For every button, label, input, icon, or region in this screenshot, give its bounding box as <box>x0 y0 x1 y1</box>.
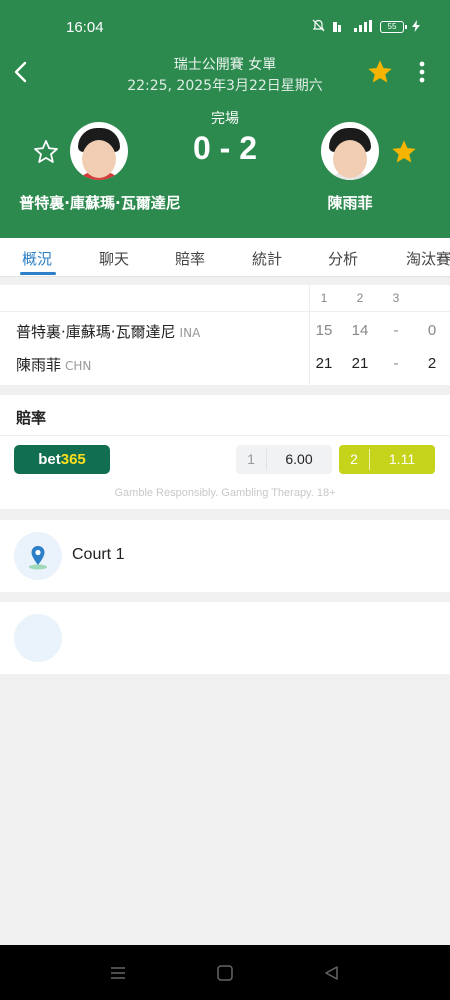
odds-option-label: 2 <box>350 451 358 467</box>
set-score: - <box>393 322 399 339</box>
odds-option-value: 1.11 <box>388 451 416 467</box>
match-header: 16:04 55 瑞士公開賽 女單 22:25, 2025年3月22日星期六 完… <box>0 0 450 238</box>
match-title: 瑞士公開賽 女單 22:25, 2025年3月22日星期六 <box>90 54 360 95</box>
odds-option-1[interactable]: 1 6.00 <box>236 445 332 474</box>
player-right-name[interactable]: 陳雨菲 <box>290 192 410 213</box>
row-player-name: 普特裏·庫蘇瑪·瓦爾達尼 INA <box>16 323 201 341</box>
favorite-player-right-button[interactable] <box>390 138 418 166</box>
back-nav-icon[interactable] <box>322 963 342 983</box>
tournament-name: 瑞士公開賽 女單 <box>173 57 277 73</box>
row-country: CHN <box>65 359 92 373</box>
tab-chat[interactable]: 聊天 <box>99 248 129 269</box>
home-icon[interactable] <box>215 963 235 983</box>
active-tab-indicator <box>20 272 56 275</box>
venue-row[interactable]: Court 1 <box>0 520 450 592</box>
set-score: 21 <box>351 355 369 372</box>
wifi-icon <box>333 20 346 35</box>
bet365-logo[interactable]: bet365 <box>14 445 110 474</box>
set-1-header: 1 <box>320 291 328 305</box>
status-icons: 55 <box>312 19 420 35</box>
player-left-avatar[interactable] <box>70 122 128 180</box>
odds-option-value: 6.00 <box>285 451 313 467</box>
odds-title: 賠率 <box>16 409 47 427</box>
venue-name: Court 1 <box>72 546 125 563</box>
battery-icon: 55 <box>380 21 407 33</box>
placeholder-icon <box>14 614 62 662</box>
row-country: INA <box>179 326 201 340</box>
gamble-disclaimer[interactable]: Gamble Responsibly. Gambling Therapy. 18… <box>0 487 450 499</box>
match-status: 完場 <box>211 111 239 127</box>
row-player-name: 陳雨菲 CHN <box>16 356 92 374</box>
sets-total: 2 <box>427 355 437 372</box>
set-score: 15 <box>315 322 333 339</box>
status-time: 16:04 <box>66 19 104 36</box>
scoreboard-row: 陳雨菲 CHN 21 21 - 2 <box>0 351 450 381</box>
bell-muted-icon <box>312 19 325 35</box>
scoreboard: 1 2 3 普特裏·庫蘇瑪·瓦爾達尼 INA 15 14 - 0 陳雨菲 CHN 2… <box>0 285 450 385</box>
placeholder-row <box>0 602 450 674</box>
odds-option-2[interactable]: 2 1.11 <box>339 445 435 474</box>
set-3-header: 3 <box>392 291 400 305</box>
charging-icon <box>412 19 420 35</box>
tab-stats[interactable]: 統計 <box>252 248 282 269</box>
tab-odds[interactable]: 賠率 <box>175 248 205 269</box>
back-button[interactable] <box>10 58 34 86</box>
menu-icon[interactable] <box>108 963 128 983</box>
more-options-button[interactable] <box>412 58 432 86</box>
set-score: 21 <box>315 355 333 372</box>
tab-knockout[interactable]: 淘汰賽 <box>406 248 450 269</box>
odds-option-label: 1 <box>247 451 255 467</box>
tab-bar: 概況 聊天 賠率 統計 分析 淘汰賽 <box>0 238 450 277</box>
match-datetime: 22:25, 2025年3月22日星期六 <box>127 78 323 94</box>
status-bar: 16:04 55 <box>0 0 450 56</box>
set-score: 14 <box>351 322 369 339</box>
system-nav-bar <box>0 945 450 1000</box>
favorite-player-left-button[interactable] <box>32 138 60 166</box>
set-2-header: 2 <box>356 291 364 305</box>
match-score: 0 - 2 <box>192 130 258 166</box>
location-pin-icon <box>14 532 62 580</box>
sets-total: 0 <box>427 322 437 339</box>
tab-overview[interactable]: 概況 <box>22 248 52 269</box>
odds-section: 賠率 bet365 1 6.00 2 1.11 Gamble Responsib… <box>0 395 450 509</box>
scoreboard-header: 1 2 3 <box>0 291 450 311</box>
player-right-avatar[interactable] <box>321 122 379 180</box>
set-score: - <box>393 355 399 372</box>
signal-icon <box>354 19 372 35</box>
scoreboard-row: 普特裏·庫蘇瑪·瓦爾達尼 INA 15 14 - 0 <box>0 318 450 348</box>
favorite-match-button[interactable] <box>366 58 394 86</box>
tab-analysis[interactable]: 分析 <box>328 248 358 269</box>
player-left-name[interactable]: 普特裏·庫蘇瑪·瓦爾達尼 <box>0 192 200 213</box>
